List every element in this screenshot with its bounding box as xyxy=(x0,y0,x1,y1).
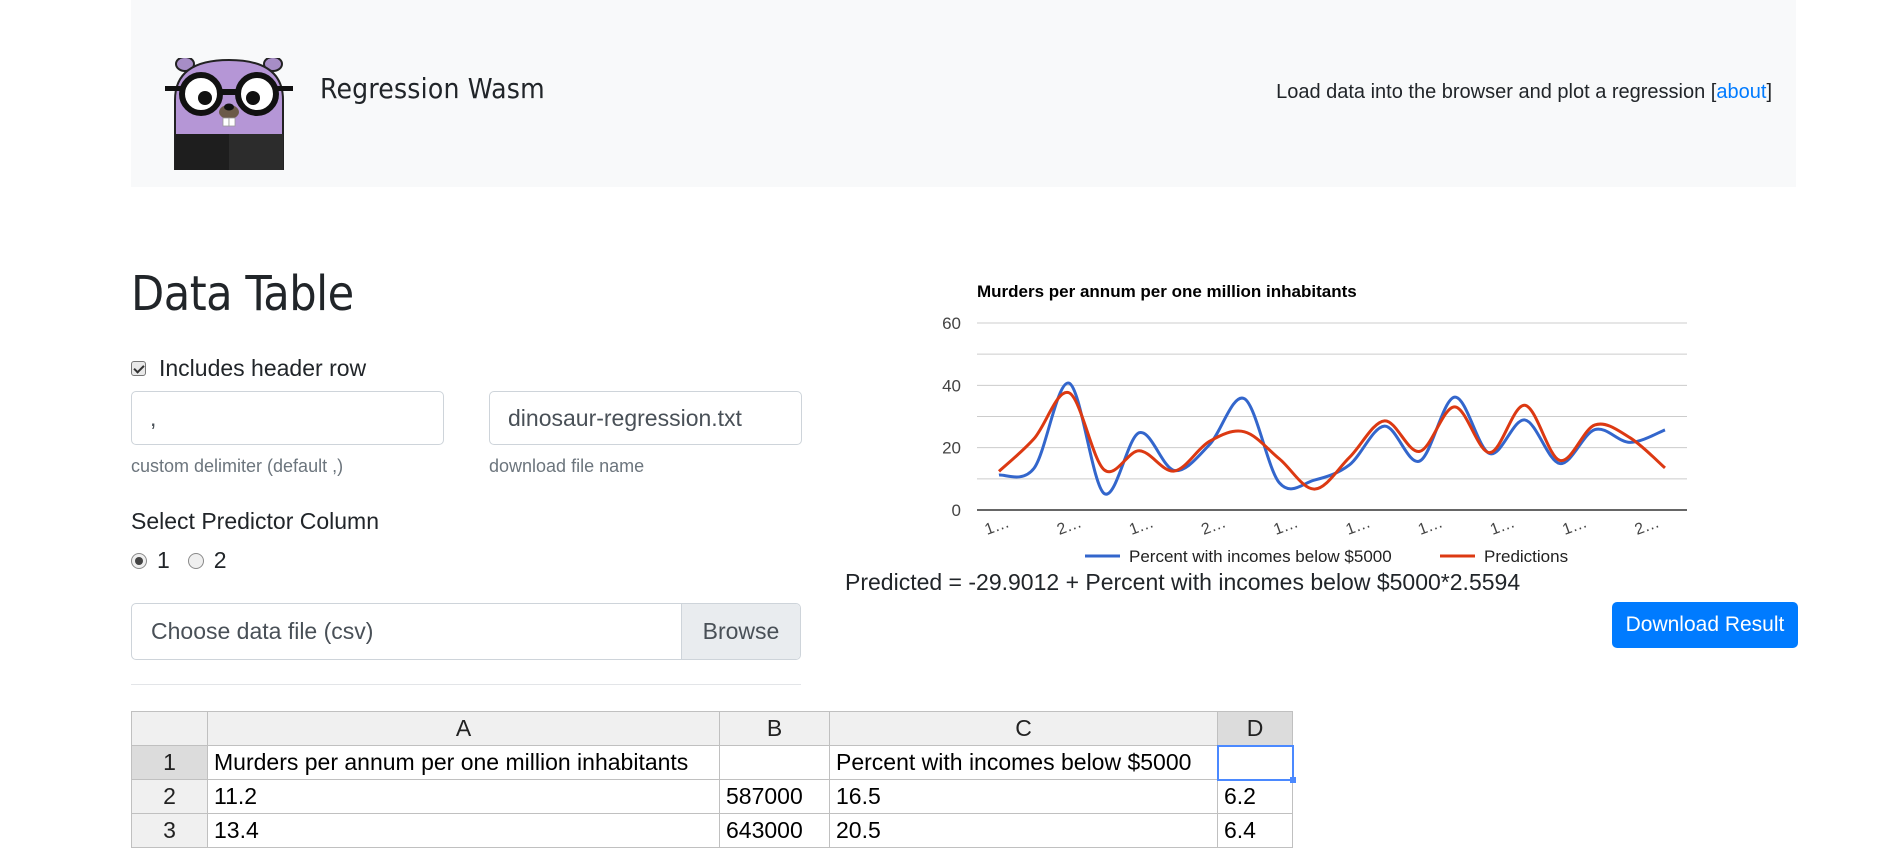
divider xyxy=(131,684,801,685)
column-header[interactable]: D xyxy=(1217,711,1293,746)
predictor-radio-2[interactable] xyxy=(187,552,204,569)
x-tick-label: 2… xyxy=(1199,514,1228,538)
row-header[interactable]: 1 xyxy=(131,745,208,780)
filename-help: download file name xyxy=(489,456,645,476)
tagline-text: Load data into the browser and plot a re… xyxy=(1276,81,1717,103)
x-tick-label: 1… xyxy=(1488,514,1517,538)
tagline: Load data into the browser and plot a re… xyxy=(1276,81,1772,104)
sheet-cell[interactable]: Murders per annum per one million inhabi… xyxy=(207,745,720,780)
browse-button[interactable]: Browse xyxy=(681,604,800,659)
predictor-label: Select Predictor Column xyxy=(131,508,379,534)
sheet-cell[interactable]: 643000 xyxy=(719,813,830,848)
chart-title: Murders per annum per one million inhabi… xyxy=(977,282,1357,301)
legend-label-actual: Percent with incomes below $5000 xyxy=(1129,547,1392,566)
includes-header-label: Includes header row xyxy=(159,355,367,381)
column-header[interactable]: B xyxy=(719,711,830,746)
regression-chart: Murders per annum per one million inhabi… xyxy=(942,282,1687,566)
gopher-logo xyxy=(165,58,293,170)
delimiter-help: custom delimiter (default ,) xyxy=(131,456,344,476)
tagline-end: ] xyxy=(1766,81,1772,103)
x-tick-label: 1… xyxy=(1416,514,1445,538)
includes-header-checkbox[interactable] xyxy=(131,361,146,376)
sheet-cell[interactable]: 6.4 xyxy=(1217,813,1293,848)
x-tick-label: 1… xyxy=(1127,514,1156,538)
data-table-heading: Data Table xyxy=(131,266,354,322)
row-header[interactable]: 3 xyxy=(131,813,208,848)
y-tick-label: 60 xyxy=(942,314,961,333)
corner-cell[interactable] xyxy=(131,711,208,746)
predictor-option-1-label: 1 xyxy=(157,547,170,573)
data-spreadsheet[interactable]: A B C D 1 Murders per annum per one mill… xyxy=(131,711,1297,848)
x-tick-label: 2… xyxy=(1633,514,1662,538)
y-tick-label: 40 xyxy=(942,376,961,395)
column-header[interactable]: C xyxy=(829,711,1218,746)
sheet-cell[interactable] xyxy=(719,745,830,780)
x-tick-label: 1… xyxy=(1271,514,1300,538)
predictor-radio-1[interactable] xyxy=(131,552,147,569)
filename-input[interactable]: dinosaur-regression.txt xyxy=(489,391,802,445)
download-result-button[interactable]: Download Result xyxy=(1612,602,1798,648)
sheet-cell[interactable]: 16.5 xyxy=(829,779,1218,814)
predictor-option-2-label: 2 xyxy=(213,547,227,573)
row-header[interactable]: 2 xyxy=(131,779,208,814)
delimiter-input[interactable]: , xyxy=(131,391,444,445)
about-link[interactable]: about xyxy=(1716,81,1766,103)
column-header[interactable]: A xyxy=(207,711,720,746)
file-placeholder: Choose data file (csv) xyxy=(151,618,374,644)
x-tick-label: 1… xyxy=(1560,514,1589,538)
sheet-cell[interactable]: 11.2 xyxy=(207,779,720,814)
x-tick-label: 1… xyxy=(1344,514,1373,538)
chart-legend: Percent with incomes below $5000 Predict… xyxy=(1085,547,1568,566)
header-bar: Regression Wasm Load data into the brows… xyxy=(131,0,1796,187)
includes-header-option[interactable]: Includes header row xyxy=(131,355,366,382)
data-file-input[interactable]: Choose data file (csv) Browse xyxy=(131,603,801,660)
x-tick-label: 2… xyxy=(1055,514,1084,538)
legend-label-predictions: Predictions xyxy=(1484,547,1568,566)
app-title: Regression Wasm xyxy=(320,72,545,105)
sheet-cell[interactable]: Percent with incomes below $5000 xyxy=(829,745,1218,780)
sheet-cell[interactable]: 20.5 xyxy=(829,813,1218,848)
sheet-cell[interactable]: 13.4 xyxy=(207,813,720,848)
regression-equation: Predicted = -29.9012 + Percent with inco… xyxy=(845,569,1521,595)
y-tick-label: 20 xyxy=(942,439,961,458)
predictor-radio-group: 1 2 xyxy=(131,547,245,574)
x-tick-label: 1… xyxy=(983,514,1012,538)
sheet-cell[interactable]: 6.2 xyxy=(1217,779,1293,814)
selected-cell[interactable] xyxy=(1216,744,1297,784)
sheet-cell[interactable]: 587000 xyxy=(719,779,830,814)
y-tick-label: 0 xyxy=(952,501,961,520)
